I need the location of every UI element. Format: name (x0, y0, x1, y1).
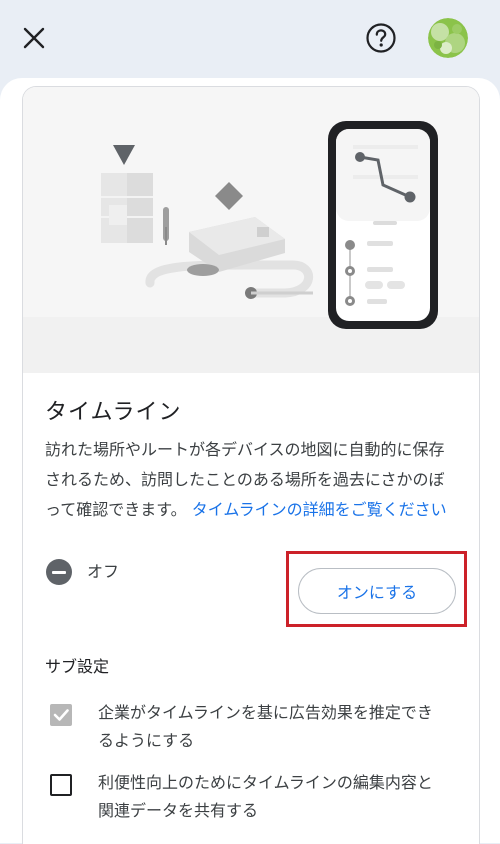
close-icon[interactable] (20, 24, 48, 52)
sub-settings-title: サブ設定 (45, 657, 110, 676)
timeline-status: オフ (87, 562, 120, 581)
timeline-learn-more-link[interactable]: タイムラインの詳細をご覧ください (192, 500, 447, 519)
account-avatar[interactable] (428, 18, 468, 58)
help-circle-icon[interactable] (365, 22, 397, 54)
top-bar (0, 0, 500, 78)
timeline-title: タイムライン (45, 400, 182, 425)
share-edits-label: 利便性向上のためにタイムラインの編集内容と関連データを共有する (98, 773, 433, 820)
ads-estimate-checkbox[interactable] (50, 704, 72, 726)
ads-estimate-label: 企業がタイムラインを基に広告効果を推定できるようにする (98, 703, 433, 750)
timeline-illustration (23, 87, 479, 373)
share-edits-checkbox[interactable] (50, 774, 72, 796)
turn-on-button[interactable]: オンにする (298, 568, 456, 614)
status-off-icon (46, 559, 72, 585)
timeline-description: 訪れた場所やルートが各デバイスの地図に自動的に保存されるため、訪問したことのある… (45, 435, 457, 525)
timeline-settings-card: タイムライン 訪れた場所やルートが各デバイスの地図に自動的に保存されるため、訪問… (22, 86, 480, 844)
